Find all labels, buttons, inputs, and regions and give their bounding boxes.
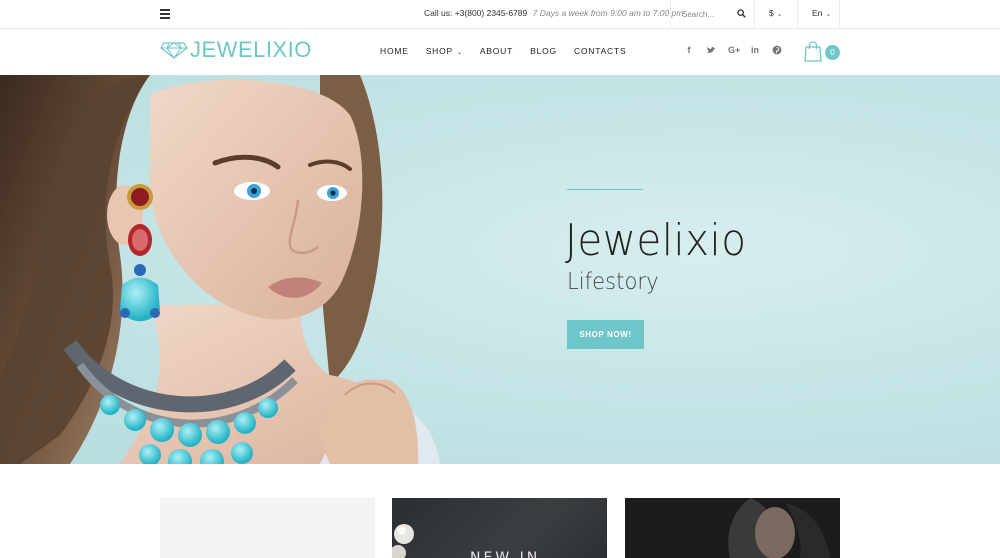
nav-home[interactable]: HOME bbox=[380, 46, 409, 56]
social-links: f G+ in bbox=[684, 45, 794, 55]
model-with-jewelry-image bbox=[0, 75, 440, 464]
search-input[interactable] bbox=[682, 7, 732, 21]
twitter-icon[interactable] bbox=[706, 45, 716, 55]
banner-model[interactable] bbox=[625, 498, 840, 558]
contact-hours: 7 Days a week from 9:00 am to 7:00 pm bbox=[532, 8, 684, 18]
nav-shop[interactable]: SHOP ⌄ bbox=[426, 46, 463, 56]
cart-button[interactable]: 0 bbox=[804, 41, 844, 65]
contact-phone: Call us: +3(800) 2345-6789 bbox=[424, 8, 528, 18]
chevron-down-icon: ⌄ bbox=[825, 11, 832, 18]
language-dropdown[interactable]: En ⌄ bbox=[812, 8, 831, 18]
linkedin-icon[interactable]: in bbox=[750, 45, 760, 55]
banner-light[interactable] bbox=[160, 498, 375, 558]
hero-title: Jewelixio bbox=[565, 215, 747, 266]
chevron-down-icon: ⌄ bbox=[776, 11, 783, 18]
logo[interactable]: JEWELIXIO bbox=[160, 37, 312, 63]
search-box bbox=[670, 0, 754, 29]
shopping-bag-icon bbox=[804, 41, 822, 62]
banner-label: NEW IN bbox=[470, 550, 541, 558]
model-portrait-image bbox=[728, 498, 830, 558]
nav-shop-label: SHOP bbox=[425, 46, 453, 56]
nav-contacts[interactable]: CONTACTS bbox=[574, 46, 627, 56]
currency-switcher[interactable]: $ ⌄ bbox=[754, 0, 797, 29]
main-header: JEWELIXIO HOME SHOP ⌄ ABOUT BLOG CONTACTS… bbox=[0, 29, 1000, 75]
logo-text: JEWELIXIO bbox=[190, 37, 312, 62]
google-plus-icon[interactable]: G+ bbox=[728, 45, 740, 55]
hero-divider bbox=[567, 189, 643, 190]
nav-blog[interactable]: BLOG bbox=[530, 46, 557, 56]
language-value: En bbox=[812, 8, 823, 18]
main-nav: HOME SHOP ⌄ ABOUT BLOG CONTACTS bbox=[380, 46, 643, 56]
search-icon[interactable] bbox=[737, 9, 746, 18]
facebook-icon[interactable]: f bbox=[684, 45, 694, 55]
chevron-down-icon: ⌄ bbox=[457, 50, 463, 56]
diamond-icon bbox=[160, 42, 188, 59]
language-switcher[interactable]: En ⌄ bbox=[797, 0, 840, 29]
pearl-image bbox=[392, 524, 414, 558]
pinterest-icon[interactable] bbox=[772, 45, 782, 55]
banner-new-in[interactable]: NEW IN bbox=[392, 498, 607, 558]
top-bar: Call us: +3(800) 2345-6789 7 Days a week… bbox=[0, 0, 1000, 29]
hero-subtitle: Lifestory bbox=[567, 269, 659, 295]
cart-count-badge: 0 bbox=[825, 45, 840, 60]
currency-value: $ bbox=[769, 8, 774, 18]
contact-info: Call us: +3(800) 2345-6789 7 Days a week… bbox=[424, 8, 683, 18]
hero-banner: Jewelixio Lifestory SHOP NOW! bbox=[0, 75, 1000, 464]
currency-dropdown[interactable]: $ ⌄ bbox=[769, 8, 783, 18]
shop-now-button[interactable]: SHOP NOW! bbox=[567, 320, 644, 349]
nav-about[interactable]: ABOUT bbox=[480, 46, 513, 56]
hamburger-icon[interactable] bbox=[160, 9, 170, 19]
